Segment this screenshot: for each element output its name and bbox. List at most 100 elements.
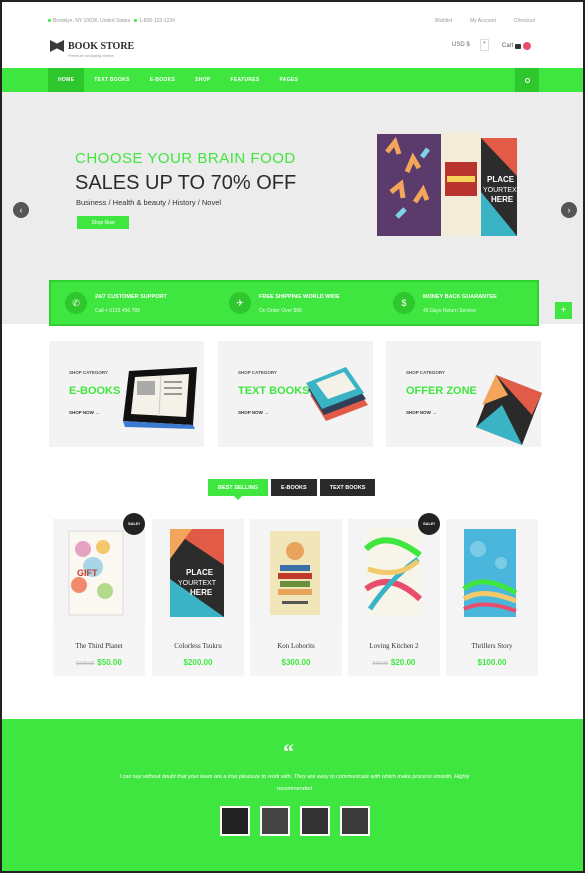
category-kicker: SHOP CATEGORY — [238, 370, 277, 375]
chevron-down-icon[interactable]: ▾ — [480, 39, 489, 51]
category-title: E-BOOKS — [69, 385, 121, 397]
feature-shipping: ✈ FREE SHIPPING WORLD WIDE On Order Over… — [229, 292, 379, 318]
my-account-link[interactable]: My Account — [470, 18, 496, 24]
product-name[interactable]: The Third Planet — [53, 642, 145, 650]
product-image: PLACE YOURTEXT HERE — [152, 519, 244, 624]
cart-button[interactable]: Cart — [502, 42, 532, 50]
product-card[interactable]: SALE! Loving Kitchen 2 $40.00 $20.00 — [348, 513, 440, 676]
product-tabs: BEST SELLING E-BOOKS TEXT BOOKS — [208, 479, 376, 500]
location-icon — [48, 19, 51, 22]
nav-e-books[interactable]: E-BOOKS — [140, 68, 185, 92]
product-card[interactable]: PLACE YOURTEXT HERE Colorless Tsukru $20… — [152, 519, 244, 676]
account-links: Wishlist My Account Checkout — [435, 18, 535, 24]
feature-subtitle: Call + 0123 456 789 — [95, 308, 140, 314]
feature-subtitle: 45 Days Return Service — [423, 308, 476, 314]
shop-now-link[interactable]: SHOP NOW → — [238, 410, 269, 415]
search-button[interactable] — [515, 68, 539, 92]
product-card[interactable]: Thrillers Story $100.00 — [446, 519, 538, 676]
main-nav: HOME TEXT BOOKS E-BOOKS SHOP FEATURES PA… — [2, 68, 583, 92]
product-name[interactable]: Kon Loborits — [250, 642, 342, 650]
product-name[interactable]: Loving Kitchen 2 — [348, 642, 440, 650]
product-card[interactable]: GIFT SALE! The Third Planet $100.00 $50.0… — [53, 513, 145, 676]
sale-badge: SALE! — [418, 513, 440, 535]
cart-count-badge — [523, 42, 532, 50]
testimonial-section: “ I can say without doubt that your team… — [2, 719, 583, 871]
phone-text: 1-800-123-1234 — [139, 18, 175, 24]
hero-pretitle: CHOOSE YOUR BRAIN FOOD — [75, 150, 296, 167]
svg-text:YOURTEXT: YOURTEXT — [178, 580, 217, 587]
quote-icon: “ — [283, 739, 294, 764]
svg-text:GIFT: GIFT — [77, 568, 98, 578]
features-bar: ✆ 24/7 CUSTOMER SUPPORT Call + 0123 456 … — [49, 280, 539, 326]
current-price: $20.00 — [390, 658, 416, 667]
nav-shop[interactable]: SHOP — [185, 68, 220, 92]
svg-text:HERE: HERE — [491, 195, 514, 204]
tab-e-books[interactable]: E-BOOKS — [271, 479, 317, 496]
svg-text:YOURTEXT: YOURTEXT — [483, 187, 519, 194]
prev-slide-arrow-icon[interactable]: ‹ — [13, 202, 29, 218]
avatar[interactable] — [340, 806, 370, 836]
product-price: $100.00 $50.00 — [53, 658, 145, 667]
category-card-text-books[interactable]: SHOP CATEGORY TEXT BOOKS SHOP NOW → — [218, 341, 373, 447]
cart-icon — [515, 43, 522, 49]
top-bar: Brooklyn, NY 10036, United States 1-800-… — [2, 2, 583, 38]
hero-books-illustration: PLACE YOURTEXT HERE — [377, 132, 522, 236]
product-image — [250, 519, 342, 624]
feature-title: 24/7 CUSTOMER SUPPORT — [95, 294, 167, 300]
nav-text-books[interactable]: TEXT BOOKS — [84, 68, 140, 92]
shop-now-link[interactable]: SHOP NOW → — [69, 410, 100, 415]
wishlist-link[interactable]: Wishlist — [435, 18, 452, 24]
category-card-offer-zone[interactable]: SHOP CATEGORY OFFER ZONE SHOP NOW → — [386, 341, 542, 447]
shop-now-button[interactable]: Shop Now — [77, 216, 129, 229]
tab-text-books[interactable]: TEXT BOOKS — [319, 479, 376, 496]
cart-label: Cart — [502, 43, 514, 49]
hero-books-image: PLACE YOURTEXT HERE — [377, 132, 522, 238]
checkout-link[interactable]: Checkout — [514, 18, 535, 24]
nav-features[interactable]: FEATURES — [221, 68, 270, 92]
category-kicker: SHOP CATEGORY — [69, 370, 108, 375]
sale-badge: SALE! — [123, 513, 145, 535]
product-price: $200.00 — [152, 658, 244, 667]
feature-support: ✆ 24/7 CUSTOMER SUPPORT Call + 0123 456 … — [65, 292, 215, 318]
shop-now-link[interactable]: SHOP NOW → — [406, 410, 437, 415]
category-title: OFFER ZONE — [406, 385, 477, 397]
hero-subtitle: Business / Health & beauty / History / N… — [76, 198, 222, 207]
current-price: $100.00 — [477, 658, 507, 667]
avatar[interactable] — [220, 806, 250, 836]
product-name[interactable]: Colorless Tsukru — [152, 642, 244, 650]
phone-icon — [134, 19, 138, 22]
plane-icon: ✈ — [229, 292, 251, 314]
current-price: $300.00 — [281, 658, 311, 667]
category-card-e-books[interactable]: SHOP CATEGORY E-BOOKS SHOP NOW → — [49, 341, 204, 447]
avatar[interactable] — [260, 806, 290, 836]
contact-info: Brooklyn, NY 10036, United States 1-800-… — [48, 18, 175, 24]
product-price: $300.00 — [250, 658, 342, 667]
product-name[interactable]: Thrillers Story — [446, 642, 538, 650]
product-image — [446, 519, 538, 624]
current-price: $200.00 — [183, 658, 213, 667]
search-icon — [524, 77, 530, 83]
brand-tagline: Premium shopping theme — [68, 53, 114, 58]
plus-icon[interactable]: + — [555, 302, 572, 319]
tablet-image — [123, 367, 197, 429]
tab-best-selling[interactable]: BEST SELLING — [208, 479, 269, 500]
dollar-icon: $ — [393, 292, 415, 314]
feature-title: FREE SHIPPING WORLD WIDE — [259, 294, 340, 300]
category-title: TEXT BOOKS — [238, 385, 310, 397]
old-price: $100.00 — [76, 661, 95, 667]
next-slide-arrow-icon[interactable]: › — [561, 202, 577, 218]
testimonial-text: I can say without doubt that your team a… — [119, 774, 470, 792]
nav-home[interactable]: HOME — [48, 68, 85, 92]
currency-selector[interactable]: USD $ — [452, 42, 470, 48]
product-price: $100.00 — [446, 658, 538, 667]
address-text: Brooklyn, NY 10036, United States — [53, 18, 131, 24]
svg-text:HERE: HERE — [190, 588, 213, 597]
avatar[interactable] — [300, 806, 330, 836]
svg-text:PLACE: PLACE — [186, 568, 214, 577]
testimonial-avatars — [220, 806, 370, 836]
offer-book-image — [476, 375, 542, 445]
product-card[interactable]: Kon Loborits $300.00 — [250, 519, 342, 676]
page: Brooklyn, NY 10036, United States 1-800-… — [0, 0, 585, 873]
nav-pages[interactable]: PAGES — [270, 68, 309, 92]
logo[interactable]: BOOK STORE Premium shopping theme — [50, 40, 134, 58]
